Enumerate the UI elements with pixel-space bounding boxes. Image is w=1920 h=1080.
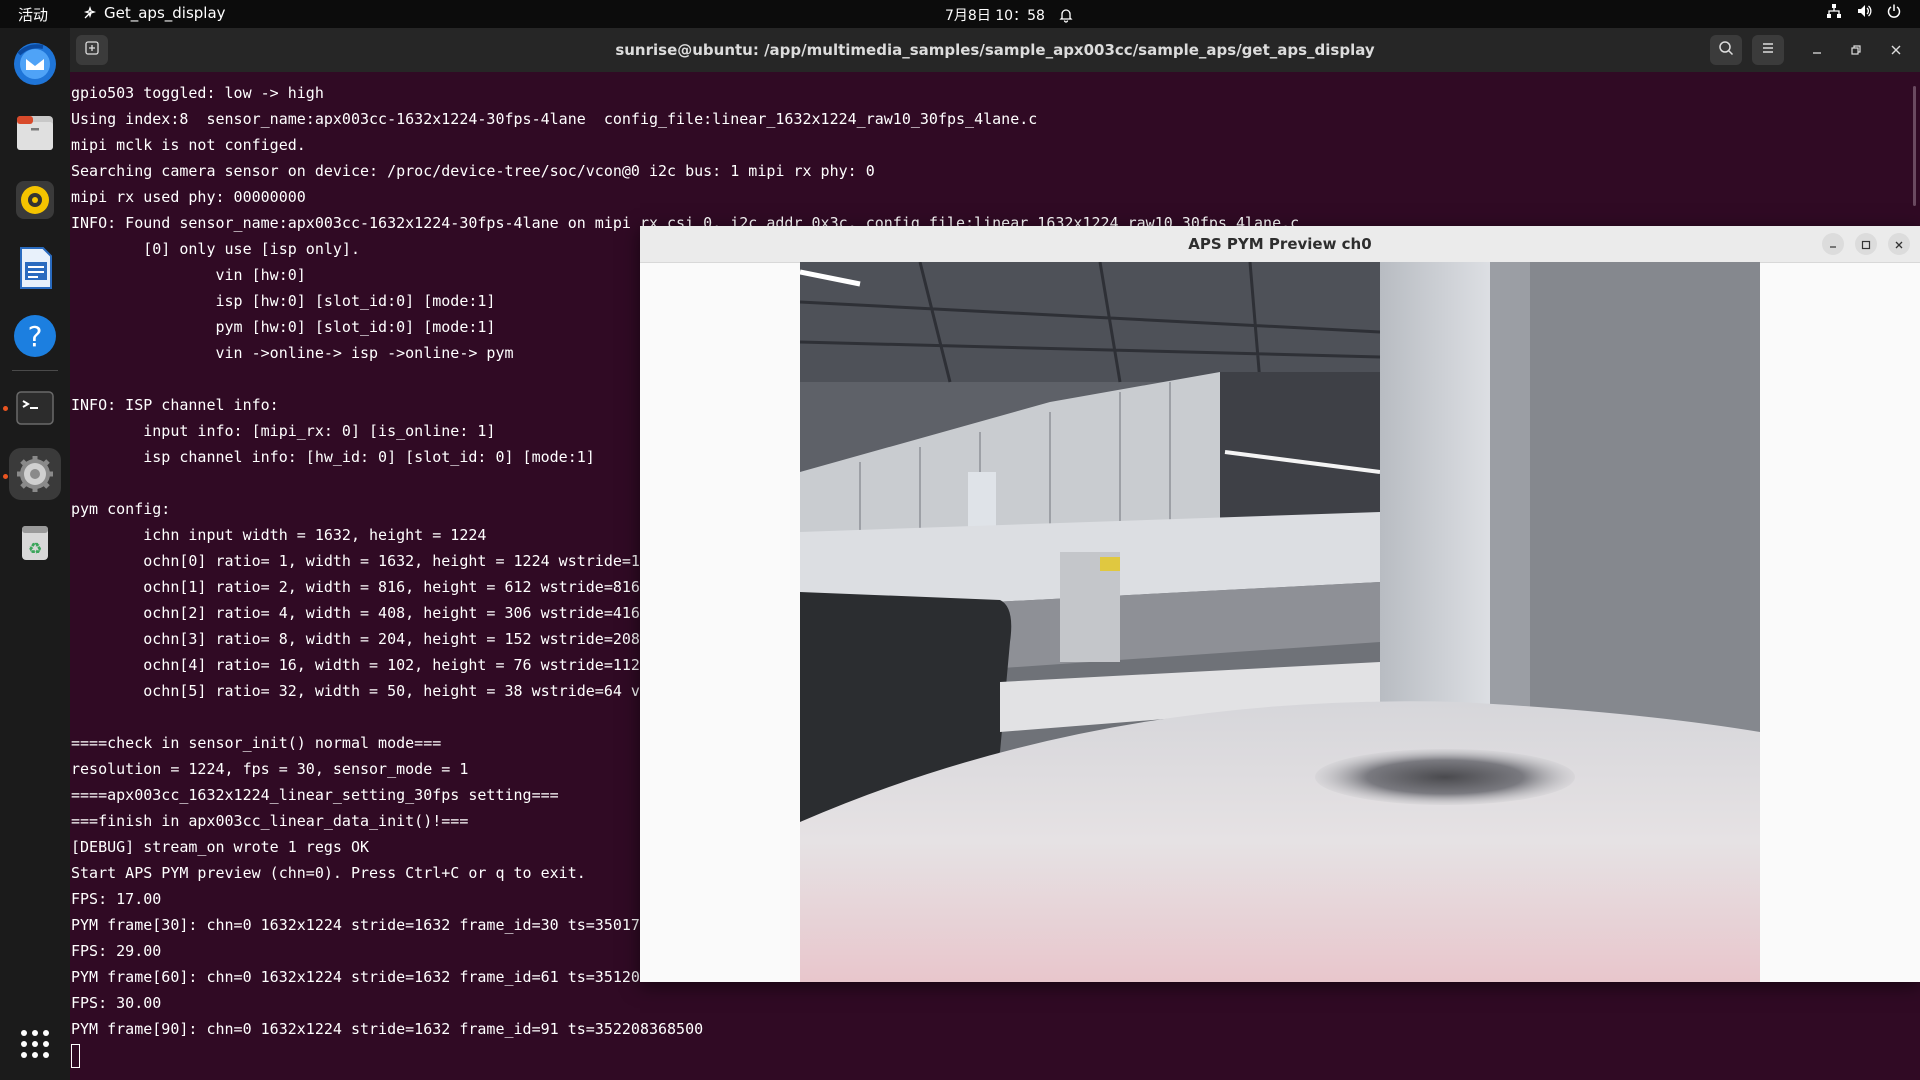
terminal-line: pym [hw:0] [slot_id:0] [mode:1]	[71, 318, 496, 336]
search-icon	[1718, 40, 1734, 60]
camera-preview-image	[800, 262, 1760, 982]
terminal-line: input info: [mipi_rx: 0] [is_online: 1]	[71, 422, 496, 440]
terminal-line: mipi mclk is not configed.	[71, 136, 306, 154]
preview-window[interactable]: APS PYM Preview ch0	[640, 226, 1920, 982]
rhythmbox-icon[interactable]	[9, 174, 61, 226]
terminal-header: sunrise@ubuntu: /app/multimedia_samples/…	[70, 28, 1920, 72]
terminal-line: Start APS PYM preview (chn=0). Press Ctr…	[71, 864, 586, 882]
svg-text:♻: ♻	[28, 539, 42, 558]
files-icon[interactable]	[9, 106, 61, 158]
terminal-line: isp [hw:0] [slot_id:0] [mode:1]	[71, 292, 496, 310]
system-tray[interactable]	[1826, 3, 1902, 19]
minimize-icon	[1811, 41, 1823, 60]
app-menu-icon	[82, 5, 98, 21]
minimize-button[interactable]	[1801, 35, 1833, 65]
show-apps-icon[interactable]	[9, 1018, 61, 1070]
close-icon	[1894, 235, 1904, 254]
activities-button[interactable]: 活动	[18, 4, 48, 25]
app-menu-label: Get_aps_display	[104, 4, 226, 22]
trash-icon[interactable]: ♻	[9, 516, 61, 568]
terminal-line: ====check in sensor_init() normal mode==…	[71, 734, 442, 752]
thunderbird-icon[interactable]	[9, 38, 61, 90]
minimize-icon	[1828, 235, 1838, 254]
running-indicator	[3, 406, 8, 411]
close-icon	[1890, 41, 1902, 60]
bell-icon	[1059, 7, 1073, 23]
restore-icon	[1850, 41, 1862, 60]
preview-minimize-button[interactable]	[1822, 233, 1844, 255]
volume-icon	[1856, 3, 1872, 19]
terminal-line: PYM frame[90]: chn=0 1632x1224 stride=16…	[71, 1020, 704, 1038]
hamburger-icon	[1760, 40, 1776, 60]
app-menu[interactable]: Get_aps_display	[82, 4, 226, 22]
terminal-line: [0] only use [isp only].	[71, 240, 360, 258]
terminal-line: Searching camera sensor on device: /proc…	[71, 162, 875, 180]
close-button[interactable]	[1880, 35, 1912, 65]
network-icon	[1826, 3, 1842, 19]
svg-text:?: ?	[28, 320, 43, 353]
running-indicator	[3, 474, 8, 479]
restore-button[interactable]	[1840, 35, 1872, 65]
maximize-icon	[1861, 235, 1871, 254]
terminal-line: Using index:8 sensor_name:apx003cc-1632x…	[71, 110, 1038, 128]
text-cursor	[71, 1044, 80, 1068]
terminal-line: gpio503 toggled: low -> high	[71, 84, 324, 102]
terminal-line: ====apx003cc_1632x1224_linear_setting_30…	[71, 786, 559, 804]
preview-header: APS PYM Preview ch0	[640, 226, 1920, 263]
preview-close-button[interactable]	[1888, 233, 1910, 255]
libreoffice-writer-icon[interactable]	[9, 242, 61, 294]
terminal-scrollbar[interactable]	[1913, 86, 1916, 206]
terminal-line: ochn[5] ratio= 32, width = 50, height = …	[71, 682, 722, 700]
terminal-line: PYM frame[60]: chn=0 1632x1224 stride=16…	[71, 968, 704, 986]
terminal-line: ===finish in apx003cc_linear_data_init()…	[71, 812, 469, 830]
terminal-line: FPS: 29.00	[71, 942, 162, 960]
dock-separator	[12, 370, 58, 371]
terminal-icon[interactable]	[9, 382, 61, 434]
top-bar: 活动 Get_aps_display 7月8日 10：58	[0, 0, 1920, 28]
menu-button[interactable]	[1752, 35, 1784, 65]
terminal-line: vin ->online-> isp ->online-> pym	[71, 344, 514, 362]
terminal-line: mipi rx used phy: 00000000	[71, 188, 306, 206]
clock[interactable]: 7月8日 10：58	[945, 5, 1073, 25]
clock-label: 7月8日 10：58	[945, 8, 1045, 24]
preview-maximize-button[interactable]	[1855, 233, 1877, 255]
dock: ? ♻	[0, 28, 70, 1080]
terminal-line: INFO: ISP channel info:	[71, 396, 279, 414]
power-icon	[1886, 3, 1902, 19]
terminal-line: ichn input width = 1632, height = 1224	[71, 526, 487, 544]
terminal-line: resolution = 1224, fps = 30, sensor_mode…	[71, 760, 469, 778]
terminal-line: vin [hw:0]	[71, 266, 306, 284]
terminal-line: isp channel info: [hw_id: 0] [slot_id: 0…	[71, 448, 595, 466]
terminal-line: [DEBUG] stream_on wrote 1 regs OK	[71, 838, 370, 856]
settings-icon[interactable]	[9, 448, 61, 500]
help-icon[interactable]: ?	[9, 310, 61, 362]
preview-title: APS PYM Preview ch0	[1188, 235, 1372, 253]
terminal-line: PYM frame[30]: chn=0 1632x1224 stride=16…	[71, 916, 704, 934]
terminal-line: FPS: 30.00	[71, 994, 162, 1012]
terminal-line: pym config:	[71, 500, 171, 518]
terminal-title: sunrise@ubuntu: /app/multimedia_samples/…	[615, 41, 1375, 59]
terminal-line: FPS: 17.00	[71, 890, 162, 908]
search-button[interactable]	[1710, 35, 1742, 65]
